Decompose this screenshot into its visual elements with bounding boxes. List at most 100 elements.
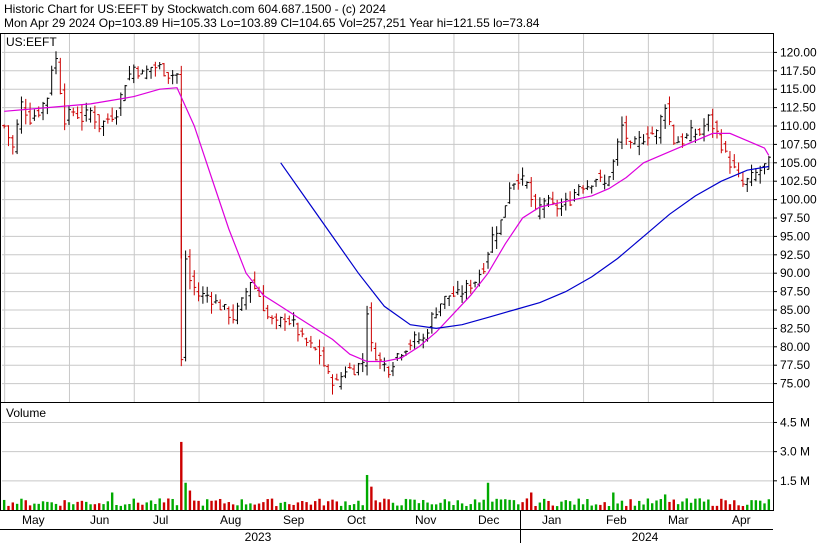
volume-bar <box>668 501 671 510</box>
volume-bar <box>335 501 339 510</box>
volume-bar <box>400 505 403 510</box>
volume-bar <box>361 505 364 510</box>
volume-panel <box>0 402 774 511</box>
volume-bar <box>542 498 546 510</box>
volume-bar <box>426 502 429 510</box>
volume-bar <box>560 501 563 510</box>
volume-bar <box>711 505 714 510</box>
volume-bar <box>564 500 567 510</box>
volume-bar <box>193 500 196 510</box>
price-tick-label: 75.00 <box>780 377 810 391</box>
month-label: Apr <box>732 513 751 527</box>
volume-bar <box>547 500 550 510</box>
volume-bar <box>767 499 771 510</box>
month-label: Mar <box>668 513 689 527</box>
price-tick-label: 107.50 <box>780 137 817 151</box>
volume-bar <box>603 502 606 510</box>
price-tick-label: 112.50 <box>780 101 816 115</box>
price-tick-label: 105.00 <box>780 156 817 170</box>
volume-bar <box>167 498 170 510</box>
volume-bar <box>33 503 36 510</box>
volume-bar <box>288 504 291 510</box>
month-label: May <box>22 513 45 527</box>
volume-bar <box>318 498 321 510</box>
price-tick-label: 80.00 <box>780 340 810 354</box>
volume-bar <box>162 502 166 510</box>
price-tick-label: 87.50 <box>780 285 810 299</box>
volume-bar <box>72 504 75 510</box>
volume-bar <box>188 490 192 510</box>
price-tick-label: 95.00 <box>780 229 810 243</box>
volume-bar <box>326 501 330 510</box>
volume-bar <box>594 504 598 510</box>
volume-bar <box>136 502 140 510</box>
month-label: Oct <box>347 513 366 527</box>
volume-bar <box>296 502 300 510</box>
volume-bar <box>733 500 736 510</box>
volume-bar <box>110 492 114 510</box>
volume-bar <box>309 504 313 510</box>
volume-bar <box>707 499 710 510</box>
volume-bar <box>422 499 425 510</box>
volume-bar <box>612 492 615 510</box>
volume-bar <box>119 505 123 510</box>
volume-bar <box>409 499 412 510</box>
volume-bar <box>98 503 101 510</box>
volume-bar <box>378 502 382 510</box>
price-tick-label: 120.00 <box>780 45 817 59</box>
volume-bar <box>663 494 667 510</box>
volume-bar <box>46 501 49 510</box>
volume-bar <box>689 502 693 510</box>
volume-bar <box>387 499 390 510</box>
volume-bar <box>754 500 758 510</box>
volume-bar <box>59 505 62 510</box>
volume-bar <box>763 503 766 510</box>
volume-bar <box>638 500 641 510</box>
volume-bar <box>28 505 32 510</box>
volume-bar <box>404 498 408 510</box>
volume-bar <box>206 499 209 510</box>
volume-bar <box>63 500 66 510</box>
volume-bar <box>145 502 148 510</box>
volume-bar <box>590 505 593 510</box>
volume-bar <box>253 504 256 510</box>
volume-bar <box>85 501 88 510</box>
volume-bar <box>702 501 706 510</box>
volume-bar <box>314 501 317 510</box>
volume-bar <box>24 500 27 510</box>
volume-bar <box>504 499 507 510</box>
volume-bar <box>93 504 97 510</box>
volume-bar <box>659 499 663 510</box>
volume-bar <box>244 504 248 510</box>
volume-bar <box>301 501 304 510</box>
price-tick-label: 90.00 <box>780 266 810 280</box>
volume-bar <box>236 505 239 510</box>
volume-bar <box>620 500 624 510</box>
volume-bar <box>331 499 334 510</box>
volume-bar <box>586 499 589 510</box>
volume-bar <box>616 503 619 510</box>
volume-bar <box>292 504 295 510</box>
month-label: Nov <box>415 513 436 527</box>
volume-bar <box>750 500 753 510</box>
volume-bar <box>305 502 308 510</box>
volume-bar <box>7 505 10 510</box>
volume-bar <box>2 499 6 510</box>
volume-title: Volume <box>6 406 46 420</box>
volume-bar <box>348 505 351 510</box>
volume-bar <box>443 499 447 510</box>
year-label: 2024 <box>632 530 659 543</box>
month-label: Jan <box>542 513 561 527</box>
volume-bar <box>149 500 153 510</box>
volume-bar <box>257 503 261 510</box>
volume-bar <box>132 498 135 510</box>
volume-bar <box>633 505 637 510</box>
volume-bar <box>676 504 680 510</box>
price-tick-label: 115.00 <box>780 82 816 96</box>
volume-bar <box>184 482 187 510</box>
month-label: Sep <box>283 513 305 527</box>
volume-bar <box>383 498 386 510</box>
volume-bar <box>262 502 265 510</box>
volume-bar <box>374 500 377 510</box>
volume-bar <box>517 504 520 510</box>
